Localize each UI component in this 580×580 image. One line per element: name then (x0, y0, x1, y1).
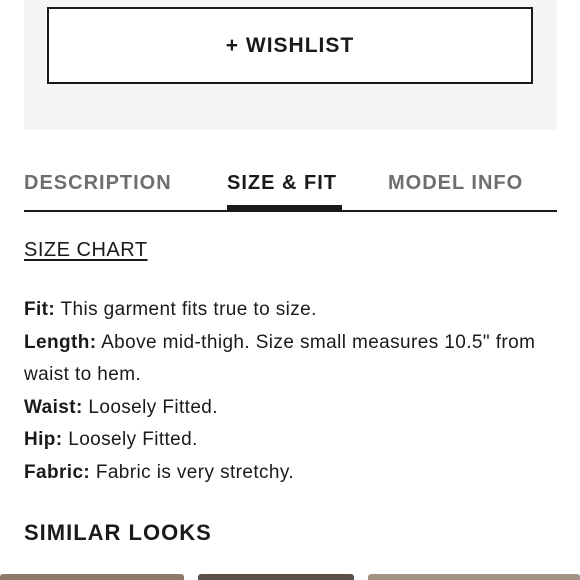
detail-key: Fit: (24, 299, 56, 320)
detail-value: Fabric is very stretchy. (90, 461, 295, 483)
similar-look-image[interactable] (198, 574, 354, 580)
tab-model-info[interactable]: MODEL INFO (388, 172, 523, 195)
detail-value: This garment fits true to size. (55, 299, 317, 320)
product-page: + WISHLIST DESCRIPTION SIZE & FIT MODEL … (0, 0, 580, 580)
detail-fit: Fit: This garment fits true to size. (24, 294, 544, 327)
detail-key: Fabric: (24, 461, 91, 483)
similar-looks-heading: SIMILAR LOOKS (24, 520, 212, 545)
similar-look-image[interactable] (0, 574, 184, 580)
detail-key: Length: (24, 331, 97, 353)
tab-description[interactable]: DESCRIPTION (24, 172, 172, 195)
similar-look-image[interactable] (368, 574, 580, 580)
detail-hip: Hip: Loosely Fitted. (24, 424, 544, 457)
detail-waist: Waist: Loosely Fitted. (24, 392, 544, 425)
detail-key: Waist: (24, 396, 83, 418)
detail-key: Hip: (24, 429, 63, 450)
product-tabs: DESCRIPTION SIZE & FIT MODEL INFO (24, 160, 557, 212)
size-chart-link[interactable]: SIZE CHART (24, 239, 148, 262)
size-fit-details: Fit: This garment fits true to size. Len… (24, 294, 544, 489)
similar-looks-carousel (0, 574, 580, 580)
detail-length: Length: Above mid-thigh. Size small meas… (24, 327, 544, 392)
wishlist-button[interactable]: + WISHLIST (47, 7, 533, 84)
active-tab-indicator (227, 205, 342, 212)
tab-size-fit[interactable]: SIZE & FIT (227, 172, 337, 195)
detail-fabric: Fabric: Fabric is very stretchy. (24, 457, 544, 490)
detail-value: Loosely Fitted. (82, 396, 218, 418)
detail-value: Above mid-thigh. Size small measures 10.… (24, 331, 536, 386)
detail-value: Loosely Fitted. (62, 429, 198, 450)
